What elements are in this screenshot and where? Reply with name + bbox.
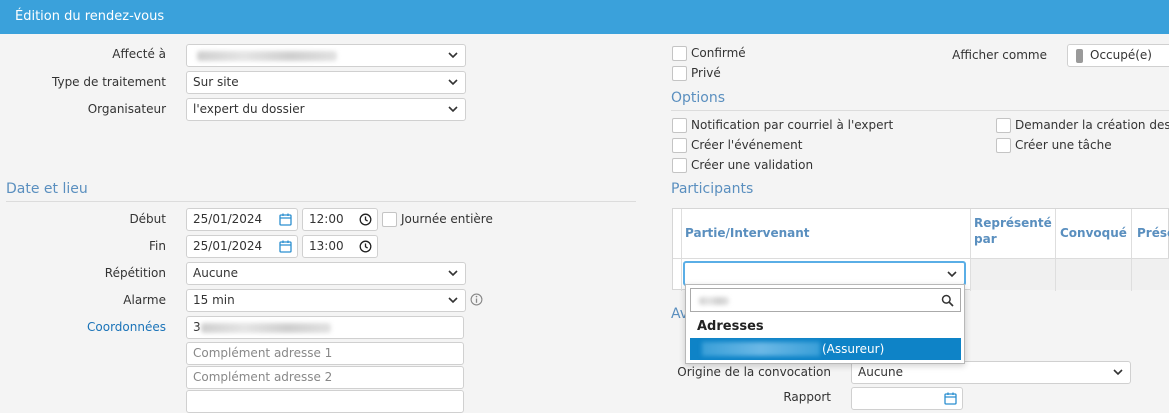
header-partie-intervenant[interactable]: Partie/Intervenant (685, 226, 810, 240)
header-convoque[interactable]: Convoqué (1060, 226, 1127, 240)
header-presence[interactable]: Prése (1137, 226, 1169, 240)
organisateur-value: l'expert du dossier (193, 102, 305, 116)
label-debut: Début (129, 212, 166, 226)
label-organisateur: Organisateur (87, 102, 166, 116)
type-traitement-select[interactable]: Sur site (186, 71, 466, 94)
chevron-down-icon (448, 106, 458, 113)
label-rapport: Rapport (783, 390, 831, 404)
dropdown-search-input[interactable] (690, 288, 961, 312)
debut-date-value: 25/01/2024 (193, 212, 263, 226)
participant-select[interactable] (683, 261, 966, 286)
confirme-checkbox[interactable] (672, 46, 687, 61)
label-affecte: Affecté à (112, 47, 166, 61)
address-line-input[interactable] (186, 390, 464, 413)
option-suffix: (Assureur) (822, 342, 885, 356)
creer-tache-checkbox[interactable] (996, 138, 1011, 153)
dropdown-group-adresses: Adresses (697, 319, 764, 334)
table-cell (1132, 259, 1169, 290)
creer-evenement-label: Créer l'événement (691, 138, 803, 152)
origine-value: Aucune (858, 365, 904, 379)
header-represente-par[interactable]: Représenté par (974, 215, 1054, 247)
alarme-select[interactable]: 15 min (186, 289, 466, 312)
journee-entiere-checkbox[interactable] (382, 212, 397, 227)
alarme-value: 15 min (193, 293, 235, 307)
afficher-comme-value: Occupé(e) (1090, 48, 1152, 62)
prive-label: Privé (691, 66, 721, 80)
notif-label: Notification par courriel à l'expert (691, 118, 894, 132)
label-coordonnees[interactable]: Coordonnées (0, 320, 166, 334)
status-color-swatch (1076, 49, 1083, 63)
table-cell (971, 259, 1055, 290)
creer-evenement-checkbox[interactable] (672, 138, 687, 153)
chevron-down-icon (1113, 369, 1123, 376)
redacted-address (201, 323, 331, 333)
label-repetition: Répétition (104, 266, 166, 280)
chevron-down-icon (448, 79, 458, 86)
journee-entiere-label: Journée entière (401, 212, 493, 226)
redacted-option-name (702, 342, 820, 356)
divider (6, 201, 636, 202)
prive-checkbox[interactable] (672, 66, 687, 81)
divider (671, 110, 1169, 111)
complement-adresse-2-input[interactable]: Complément adresse 2 (186, 366, 464, 389)
label-fin: Fin (149, 239, 166, 253)
affecte-select[interactable] (186, 44, 466, 67)
confirme-label: Confirmé (691, 46, 746, 60)
debut-time-value: 12:00 (309, 212, 344, 226)
coordonnees-input[interactable]: 3 (186, 316, 464, 339)
participant-dropdown: Adresses (Assureur) (685, 284, 965, 364)
fin-date-value: 25/01/2024 (193, 239, 263, 253)
label-origine: Origine de la convocation (677, 365, 831, 379)
section-participants: Participants (671, 181, 754, 197)
clock-icon[interactable] (359, 213, 372, 226)
chevron-down-icon (448, 270, 458, 277)
calendar-icon[interactable] (279, 240, 292, 253)
fin-date-input[interactable]: 25/01/2024 (186, 235, 298, 258)
clock-icon[interactable] (359, 240, 372, 253)
label-type-traitement: Type de traitement (52, 75, 166, 89)
repetition-select[interactable]: Aucune (186, 262, 466, 285)
type-traitement-value: Sur site (193, 75, 239, 89)
label-alarme: Alarme (123, 293, 166, 307)
organisateur-select[interactable]: l'expert du dossier (186, 98, 466, 121)
debut-date-input[interactable]: 25/01/2024 (186, 208, 298, 231)
coordonnees-value: 3 (193, 320, 201, 334)
table-cell (1056, 259, 1131, 290)
chevron-down-icon (448, 297, 458, 304)
redacted-search-text (699, 297, 729, 305)
afficher-comme-select[interactable]: Occupé(e) (1067, 44, 1169, 67)
notif-checkbox[interactable] (672, 118, 687, 133)
label-afficher-comme: Afficher comme (952, 48, 1047, 62)
section-date-lieu: Date et lieu (6, 181, 88, 197)
title-bar: Édition du rendez-vous (0, 0, 1169, 34)
redacted-value (197, 51, 337, 61)
creer-validation-checkbox[interactable] (672, 158, 687, 173)
chevron-down-icon (448, 52, 458, 59)
info-icon[interactable] (470, 293, 483, 306)
demander-creation-label: Demander la création des (1015, 118, 1169, 132)
section-options: Options (671, 90, 726, 106)
fin-time-input[interactable]: 13:00 (302, 235, 378, 258)
demander-creation-checkbox[interactable] (996, 118, 1011, 133)
debut-time-input[interactable]: 12:00 (302, 208, 378, 231)
dialog-title: Édition du rendez-vous (15, 9, 165, 24)
dropdown-option-assureur[interactable]: (Assureur) (690, 338, 961, 360)
creer-validation-label: Créer une validation (691, 158, 814, 172)
calendar-icon[interactable] (279, 213, 292, 226)
fin-time-value: 13:00 (309, 239, 344, 253)
search-icon (941, 294, 954, 307)
complement-adresse-1-input[interactable]: Complément adresse 1 (186, 342, 464, 365)
creer-tache-label: Créer une tâche (1015, 138, 1112, 152)
origine-select[interactable]: Aucune (851, 361, 1131, 384)
repetition-value: Aucune (193, 266, 239, 280)
chevron-down-icon (947, 271, 957, 278)
